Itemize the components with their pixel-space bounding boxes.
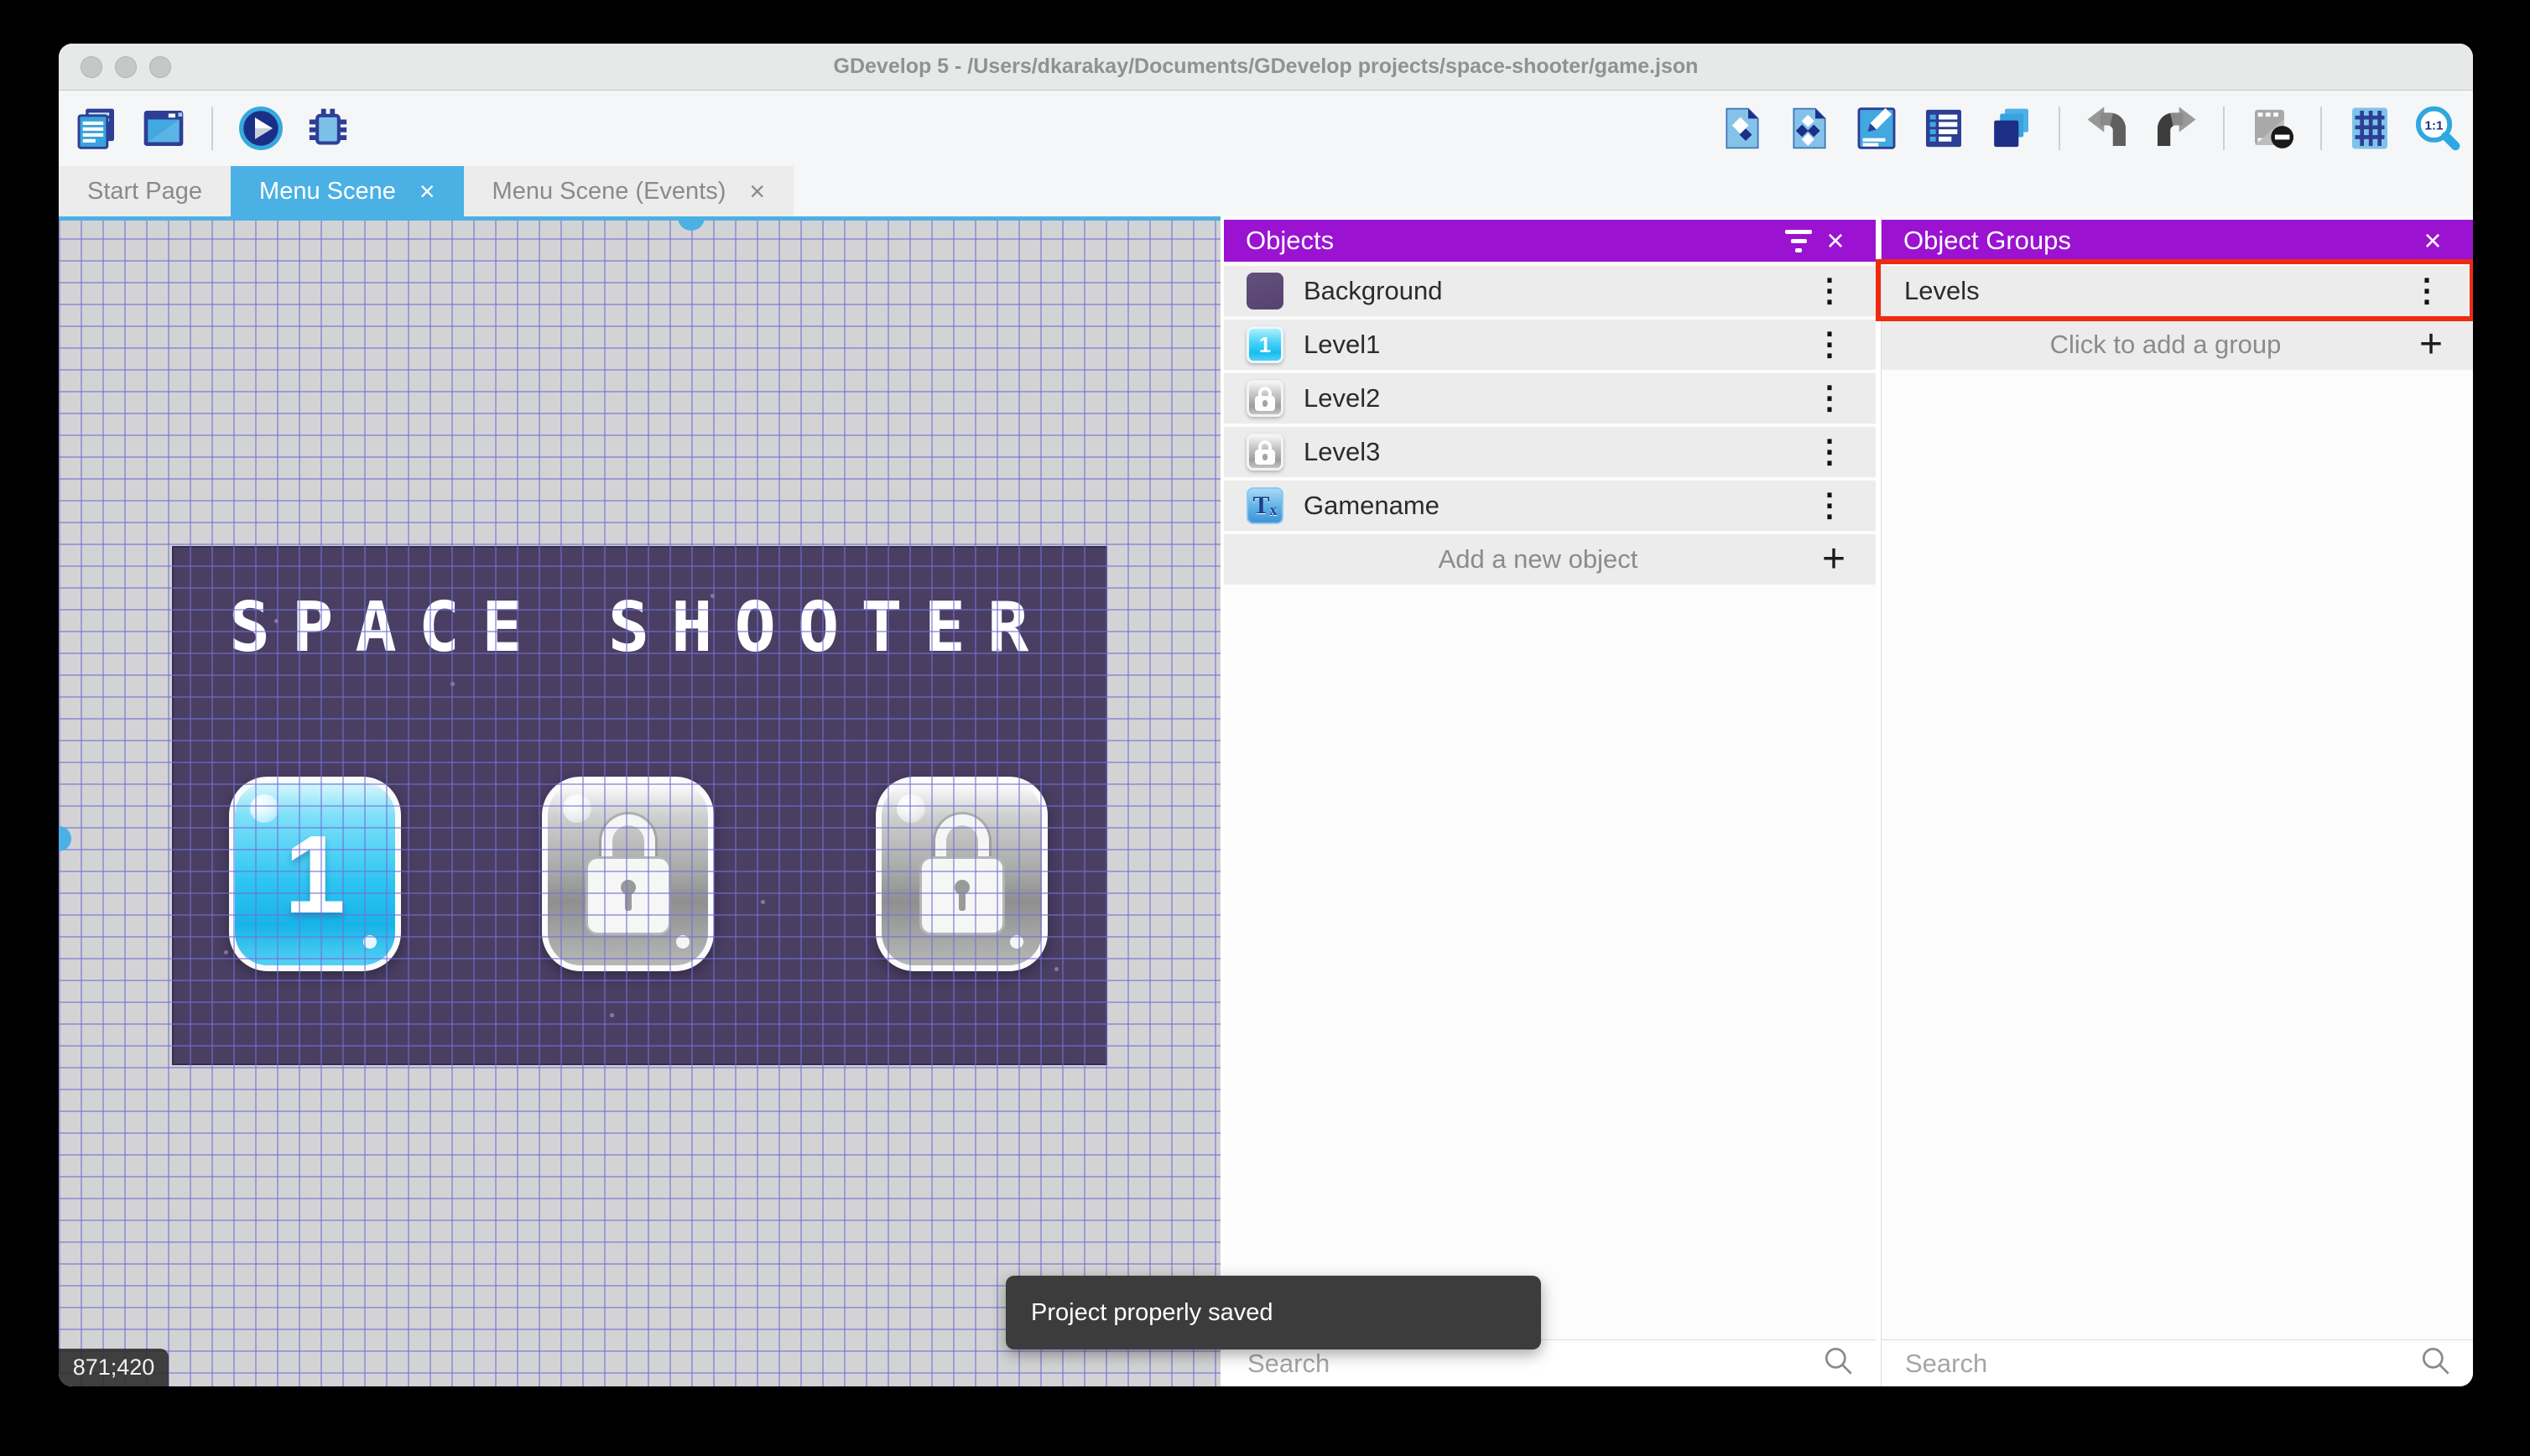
- add-group-button[interactable]: Click to add a group +: [1882, 320, 2473, 370]
- horizontal-scrollbar-knob[interactable]: [678, 216, 705, 231]
- screenshot-root: GDevelop 5 - /Users/dkarakay/Documents/G…: [0, 0, 2530, 1456]
- tab-label: Menu Scene: [259, 178, 396, 205]
- title-bar: GDevelop 5 - /Users/dkarakay/Documents/G…: [59, 44, 2473, 91]
- row-menu-icon[interactable]: ⋮: [2411, 278, 2443, 304]
- toolbar-separator: [2059, 107, 2060, 150]
- toolbar-separator: [2223, 107, 2225, 150]
- objects-panel: Objects × Background ⋮ 1 Level1 ⋮: [1224, 216, 1876, 1386]
- padlock-icon: [912, 814, 1013, 940]
- undo-icon[interactable]: [2084, 104, 2132, 153]
- gdevelop-window: GDevelop 5 - /Users/dkarakay/Documents/G…: [59, 44, 2473, 1386]
- background-sprite-icon: [1247, 273, 1283, 309]
- objects-panel-header: Objects ×: [1224, 220, 1876, 262]
- svg-text:1:1: 1:1: [2425, 119, 2444, 133]
- gloss-dot: [1010, 935, 1023, 949]
- tab-menu-scene-events[interactable]: Menu Scene (Events) ×: [464, 166, 794, 216]
- close-window-button[interactable]: [81, 56, 102, 78]
- plus-icon: +: [1822, 539, 1845, 580]
- object-groups-panel-header: Object Groups ×: [1882, 220, 2473, 262]
- toolbar-left-group: [72, 104, 352, 153]
- add-object-button[interactable]: Add a new object +: [1224, 534, 1876, 585]
- object-row-gamename[interactable]: Tx Gamename ⋮: [1224, 481, 1876, 531]
- scene-title-text: SPACE SHOOTER: [174, 588, 1106, 668]
- toolbar-separator: [211, 107, 213, 150]
- object-row-level1[interactable]: 1 Level1 ⋮: [1224, 320, 1876, 370]
- traffic-lights: [81, 44, 171, 91]
- close-panel-icon[interactable]: ×: [1817, 222, 1854, 259]
- groups-search-row: [1882, 1339, 2473, 1386]
- debug-icon[interactable]: [304, 104, 352, 153]
- content-area: SPACE SHOOTER 1: [59, 216, 2473, 1386]
- cursor-coordinates: 871;420: [59, 1349, 169, 1386]
- row-menu-icon[interactable]: ⋮: [1814, 386, 1845, 411]
- toggle-mask-icon[interactable]: [2248, 104, 2297, 153]
- object-row-level3[interactable]: Level3 ⋮: [1224, 427, 1876, 477]
- level2-button-instance[interactable]: [542, 777, 714, 971]
- locked-sprite-icon: [1247, 380, 1283, 417]
- tab-label: Start Page: [87, 178, 202, 205]
- row-menu-icon[interactable]: ⋮: [1814, 278, 1845, 304]
- group-row-levels[interactable]: Levels ⋮: [1882, 266, 2473, 316]
- gloss-dot: [676, 935, 690, 949]
- grid-icon[interactable]: [2345, 104, 2394, 153]
- toast-message: Project properly saved: [1031, 1299, 1273, 1327]
- zoom-1-1-icon[interactable]: 1:1: [2413, 104, 2461, 153]
- zoom-window-button[interactable]: [149, 56, 171, 78]
- close-panel-icon[interactable]: ×: [2414, 222, 2451, 259]
- save-toast: Project properly saved: [1006, 1276, 1541, 1349]
- objects-search-input[interactable]: [1247, 1349, 1820, 1379]
- gloss-dot: [363, 935, 377, 949]
- tab-start-page[interactable]: Start Page: [59, 166, 231, 216]
- plus-icon: +: [2419, 325, 2443, 365]
- close-tab-icon[interactable]: ×: [419, 178, 435, 205]
- tab-label: Menu Scene (Events): [492, 178, 726, 205]
- main-toolbar: 1:1: [59, 91, 2473, 166]
- filter-icon[interactable]: [1780, 222, 1817, 259]
- layers-icon[interactable]: [1986, 104, 2035, 153]
- instances-list-icon[interactable]: [1919, 104, 1968, 153]
- toolbar-right-group: 1:1: [1718, 104, 2461, 153]
- search-icon: [1820, 1343, 1857, 1384]
- padlock-icon: [578, 814, 679, 940]
- row-menu-icon[interactable]: ⋮: [1814, 439, 1845, 465]
- minimize-window-button[interactable]: [115, 56, 137, 78]
- close-tab-icon[interactable]: ×: [749, 178, 765, 205]
- groups-search-input[interactable]: [1905, 1349, 2418, 1379]
- level1-sprite-icon: 1: [1247, 326, 1283, 363]
- horizontal-scrollbar-track[interactable]: [59, 216, 1221, 221]
- objects-editor-icon[interactable]: [1718, 104, 1767, 153]
- object-row-level2[interactable]: Level2 ⋮: [1224, 373, 1876, 424]
- redo-icon[interactable]: [2151, 104, 2199, 153]
- level3-button-instance[interactable]: [876, 777, 1048, 971]
- row-menu-icon[interactable]: ⋮: [1814, 493, 1845, 518]
- vertical-scrollbar-knob[interactable]: [59, 826, 71, 851]
- search-icon: [2418, 1343, 2455, 1384]
- object-row-background[interactable]: Background ⋮: [1224, 266, 1876, 316]
- tab-menu-scene[interactable]: Menu Scene ×: [231, 166, 464, 216]
- window-title: GDevelop 5 - /Users/dkarakay/Documents/G…: [59, 55, 2473, 79]
- objects-panel-title: Objects: [1246, 226, 1780, 256]
- object-groups-editor-icon[interactable]: [1785, 104, 1834, 153]
- properties-icon[interactable]: [1852, 104, 1901, 153]
- toolbar-separator: [2320, 107, 2322, 150]
- locked-sprite-icon: [1247, 434, 1283, 471]
- text-object-icon: Tx: [1247, 487, 1283, 524]
- tab-bar: Start Page Menu Scene × Menu Scene (Even…: [59, 166, 2473, 216]
- scene-canvas[interactable]: SPACE SHOOTER 1: [59, 216, 1221, 1386]
- start-page-icon[interactable]: [139, 104, 188, 153]
- play-icon[interactable]: [237, 104, 285, 153]
- object-groups-panel: Object Groups × Levels ⋮ Click to add a …: [1881, 216, 2473, 1386]
- scene-background-instance[interactable]: SPACE SHOOTER 1: [172, 546, 1107, 1065]
- object-groups-panel-title: Object Groups: [1903, 226, 2414, 256]
- project-manager-icon[interactable]: [72, 104, 121, 153]
- level1-button-instance[interactable]: 1: [229, 777, 401, 971]
- row-menu-icon[interactable]: ⋮: [1814, 332, 1845, 357]
